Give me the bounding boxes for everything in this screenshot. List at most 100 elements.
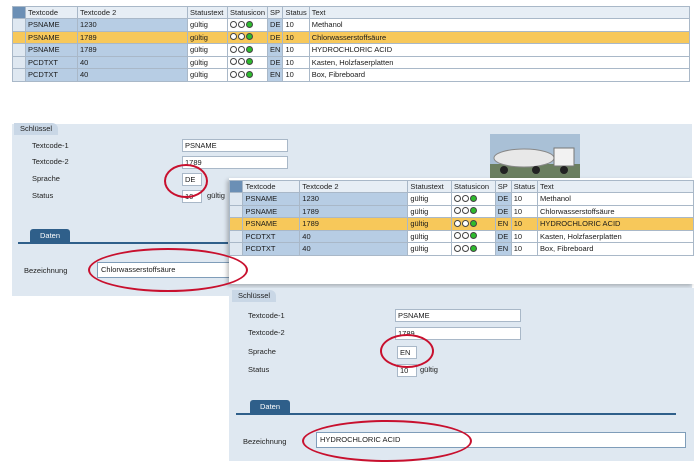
cell-statustext: gültig xyxy=(187,68,228,82)
table-row[interactable]: PSNAME 1230 gültig DE 10 Methanol xyxy=(12,18,690,32)
cell-statusicon xyxy=(451,217,496,231)
col-header-statustext[interactable]: Statustext xyxy=(187,6,228,19)
row-selector[interactable] xyxy=(12,18,26,32)
cell-sp: DE xyxy=(267,30,284,45)
status-lamps-icon xyxy=(454,244,478,255)
cell-textcode2: 1789 xyxy=(299,217,409,231)
cell-status: 10 xyxy=(282,68,310,82)
off-lamp-icon xyxy=(238,70,245,78)
col-header-statustext-2[interactable]: Statustext xyxy=(407,180,453,193)
row-selector[interactable] xyxy=(12,68,26,82)
cell-textcode: PSNAME xyxy=(25,18,78,32)
cell-status: 10 xyxy=(510,229,539,244)
row-selector[interactable] xyxy=(12,55,26,70)
cell-statusicon xyxy=(451,242,496,256)
off-lamp-icon xyxy=(462,244,470,252)
table-row[interactable]: PCDTXT 40 gültig EN 10 Box, Fibreboard xyxy=(12,68,690,82)
label-textcode-1: Textcode-1 xyxy=(32,141,69,150)
highlight-oval-bezeichnung-en xyxy=(302,420,472,462)
off-lamp-icon xyxy=(462,207,470,215)
table-row[interactable]: PSNAME 1789 gültig EN 10 HYDROCHLORIC ACID xyxy=(228,217,694,231)
cell-status: 10 xyxy=(282,18,310,32)
table-1: Textcode Textcode 2 Statustext Statusico… xyxy=(12,6,690,82)
cell-statusicon xyxy=(226,30,269,45)
cell-statustext: gültig xyxy=(407,192,453,206)
label-textcode-1-b: Textcode-1 xyxy=(248,311,285,320)
field-statustext-b: gültig xyxy=(420,365,438,374)
cell-statustext: gültig xyxy=(187,43,228,57)
cell-statustext: gültig xyxy=(407,229,453,244)
cell-text: Kasten, Holzfaserplatten xyxy=(537,229,694,244)
col-header-textcode[interactable]: Textcode xyxy=(25,6,78,19)
cell-sp: DE xyxy=(494,229,512,244)
cell-statustext: gültig xyxy=(407,242,453,256)
row-selector[interactable] xyxy=(12,43,26,57)
off-lamp-icon xyxy=(230,20,237,28)
row-selector[interactable] xyxy=(228,217,244,231)
row-selector[interactable] xyxy=(228,229,244,244)
table-row[interactable]: PCDTXT 40 gültig EN 10 Box, Fibreboard xyxy=(228,242,694,256)
col-header-textcode2-2[interactable]: Textcode 2 xyxy=(299,180,409,193)
green-lamp-icon xyxy=(470,207,478,215)
tab-daten-2[interactable]: Daten xyxy=(250,400,291,414)
cell-textcode: PCDTXT xyxy=(25,55,78,70)
tabstrip-line-2 xyxy=(236,413,676,415)
green-lamp-icon xyxy=(246,58,253,66)
row-selector[interactable] xyxy=(228,204,244,219)
label-bezeichnung-1: Bezeichnung xyxy=(24,266,68,275)
cell-statusicon xyxy=(226,68,269,82)
row-selector[interactable] xyxy=(12,30,26,45)
col-header-status[interactable]: Status xyxy=(282,6,310,19)
row-selector[interactable] xyxy=(228,192,244,206)
off-lamp-icon xyxy=(230,58,237,66)
cell-textcode: PSNAME xyxy=(25,30,78,45)
cell-textcode2: 40 xyxy=(77,55,188,70)
status-lamps-icon xyxy=(230,32,254,43)
cell-textcode2: 1230 xyxy=(77,18,188,32)
select-all-icon[interactable] xyxy=(12,6,26,19)
status-lamps-icon xyxy=(230,57,254,68)
field-statustext: gültig xyxy=(207,191,225,200)
table-row[interactable]: PSNAME 1789 gültig DE 10 Chlorwasserstoffsäur… xyxy=(12,30,690,45)
cell-text: Methanol xyxy=(308,18,690,32)
table-row[interactable]: PCDTXT 40 gültig DE 10 Kasten, Holzfaserplatt… xyxy=(228,229,694,244)
green-lamp-icon xyxy=(246,33,253,41)
cell-textcode2: 1230 xyxy=(299,192,409,206)
label-status: Status xyxy=(32,191,54,200)
col-header-text-2[interactable]: Text xyxy=(537,180,694,193)
col-header-textcode2[interactable]: Textcode 2 xyxy=(77,6,188,19)
off-lamp-icon xyxy=(454,232,462,240)
col-header-textcode-2[interactable]: Textcode xyxy=(242,180,301,193)
off-lamp-icon xyxy=(462,232,470,240)
cell-statusicon xyxy=(451,192,496,206)
col-header-sp[interactable]: SP xyxy=(267,6,284,19)
cell-status: 10 xyxy=(510,204,539,219)
label-status-b: Status xyxy=(248,365,270,374)
table-row[interactable]: PSNAME 1789 gültig EN 10 HYDROCHLORIC ACID xyxy=(12,43,690,57)
label-sprache-b: Sprache xyxy=(248,347,276,356)
table-row[interactable]: PCDTXT 40 gültig DE 10 Kasten, Holzfaserplatt… xyxy=(12,55,690,70)
group-schluessel-1: Schlüssel xyxy=(14,123,59,135)
off-lamp-icon xyxy=(238,33,245,41)
col-header-status-2[interactable]: Status xyxy=(510,180,539,193)
cell-sp: EN xyxy=(494,217,512,231)
cell-statusicon xyxy=(226,55,269,70)
row-selector[interactable] xyxy=(228,242,244,256)
green-lamp-icon xyxy=(470,244,478,252)
off-lamp-icon xyxy=(238,45,245,53)
cell-textcode: PCDTXT xyxy=(242,242,301,256)
col-header-text[interactable]: Text xyxy=(308,6,690,19)
select-all-icon-2[interactable] xyxy=(228,180,244,193)
col-header-statusicon-2[interactable]: Statusicon xyxy=(451,180,496,193)
table-row[interactable]: PSNAME 1230 gültig DE 10 Methanol xyxy=(228,192,694,206)
cell-textcode2: 40 xyxy=(299,229,409,244)
col-header-statusicon[interactable]: Statusicon xyxy=(226,6,269,19)
cell-sp: EN xyxy=(267,43,284,57)
status-lamps-icon xyxy=(454,219,478,230)
table-row[interactable]: PSNAME 1789 gültig DE 10 Chlorwasserstoffsäur… xyxy=(228,204,694,219)
col-header-sp-2[interactable]: SP xyxy=(494,180,512,193)
cell-statustext: gültig xyxy=(407,204,453,219)
status-lamps-icon xyxy=(454,194,478,205)
tab-daten-1[interactable]: Daten xyxy=(30,229,71,243)
cell-sp: DE xyxy=(494,192,512,206)
